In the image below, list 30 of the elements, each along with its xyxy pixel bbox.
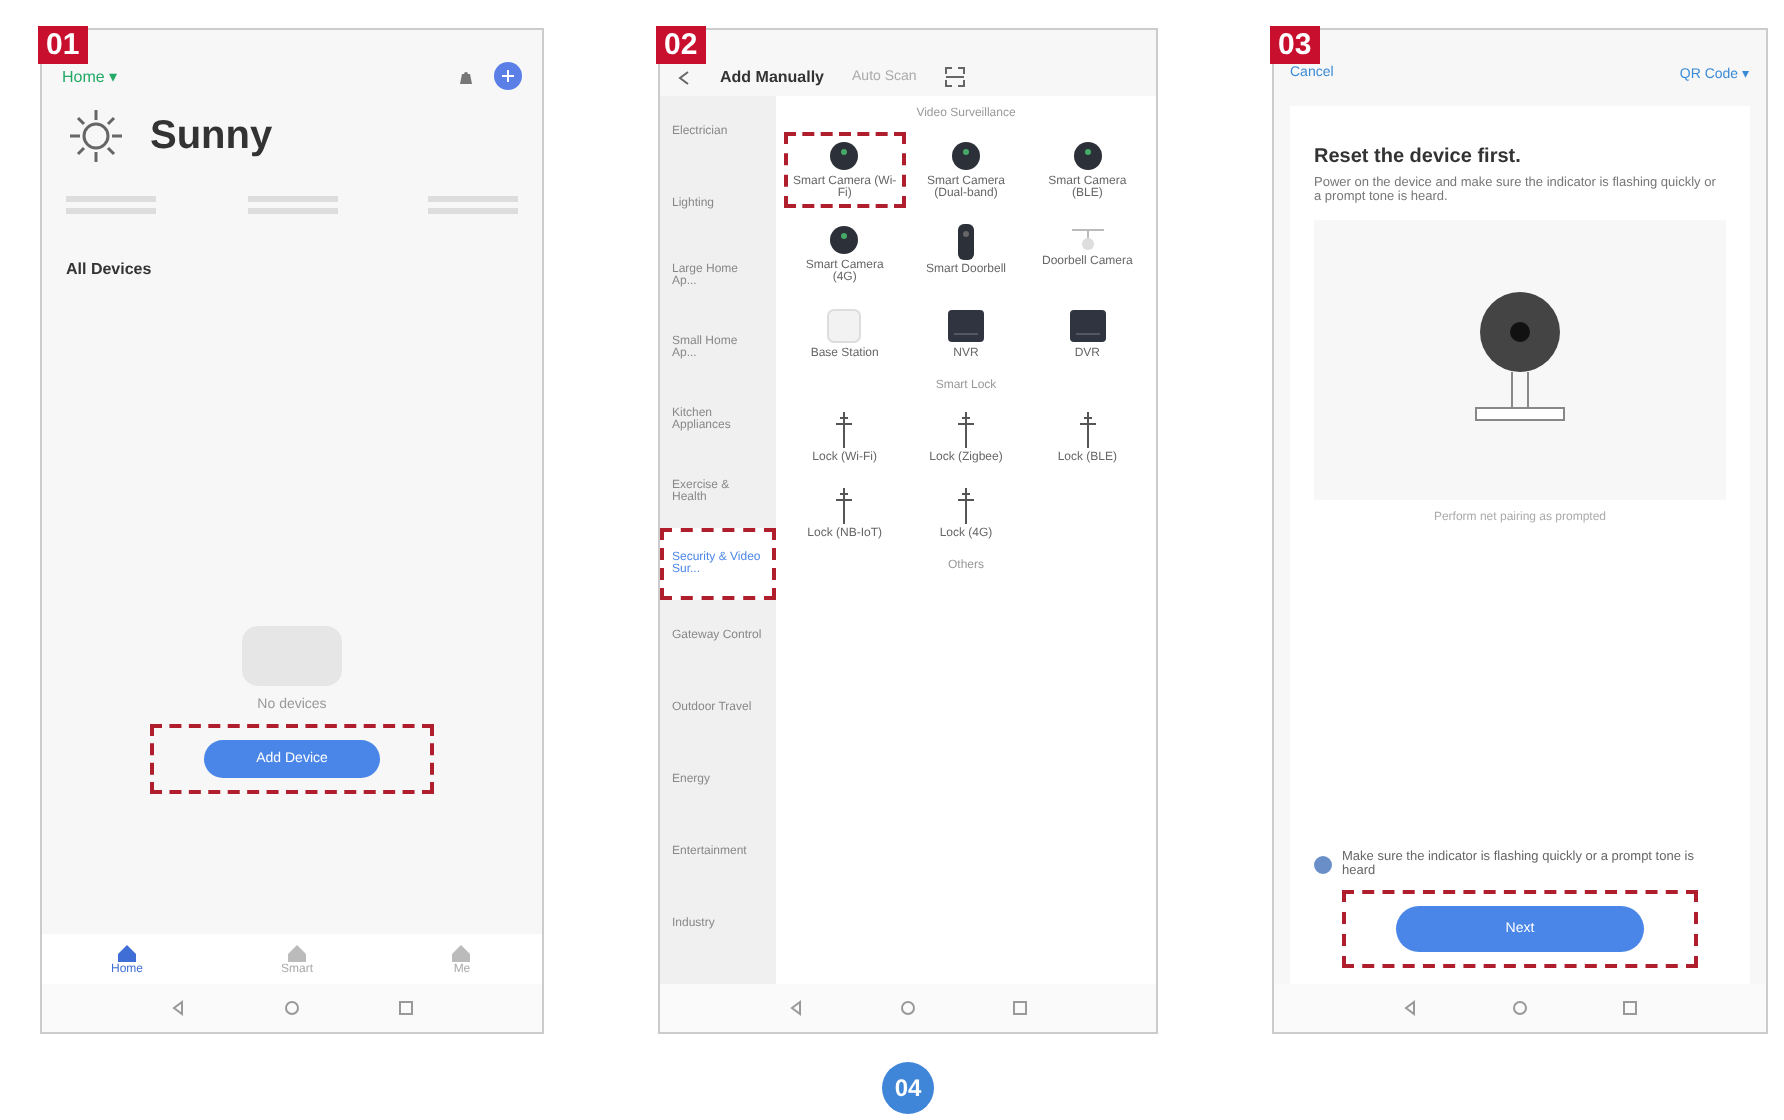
sun-icon	[66, 106, 126, 166]
home-icon[interactable]	[1511, 1000, 1528, 1016]
recent-apps-icon[interactable]	[1012, 1000, 1028, 1016]
reset-heading: Reset the device first.	[1314, 146, 1523, 168]
recorder-icon	[945, 308, 986, 344]
home-menu[interactable]: Home ▾	[62, 67, 438, 85]
back-icon[interactable]	[676, 69, 692, 85]
home-icon[interactable]	[900, 1000, 916, 1016]
nav-icon	[450, 942, 473, 964]
recent-apps-icon[interactable]	[1622, 1000, 1639, 1016]
step-label: 03	[1270, 26, 1320, 64]
doorbell-icon	[955, 224, 976, 260]
checkbox[interactable]	[1314, 855, 1332, 873]
back-icon[interactable]	[1401, 1000, 1418, 1016]
home-icon[interactable]	[283, 1000, 300, 1016]
step-badge: 04	[882, 1062, 934, 1114]
step-label: 02	[656, 26, 706, 64]
recent-apps-icon[interactable]	[397, 1000, 414, 1016]
weather-label: Sunny	[150, 113, 273, 159]
nav-icon	[115, 942, 138, 964]
mode-tab[interactable]: Add Manually	[720, 68, 825, 86]
add-icon[interactable]	[494, 62, 522, 90]
recorder-icon	[1067, 308, 1108, 344]
back-icon[interactable]	[170, 1000, 187, 1016]
base-station-icon	[826, 308, 863, 344]
scan-icon[interactable]	[944, 66, 967, 88]
back-icon[interactable]	[788, 1000, 804, 1016]
room-tab[interactable]: All Devices	[66, 260, 152, 278]
nav-icon	[285, 942, 308, 964]
step-label: 01	[38, 26, 88, 64]
